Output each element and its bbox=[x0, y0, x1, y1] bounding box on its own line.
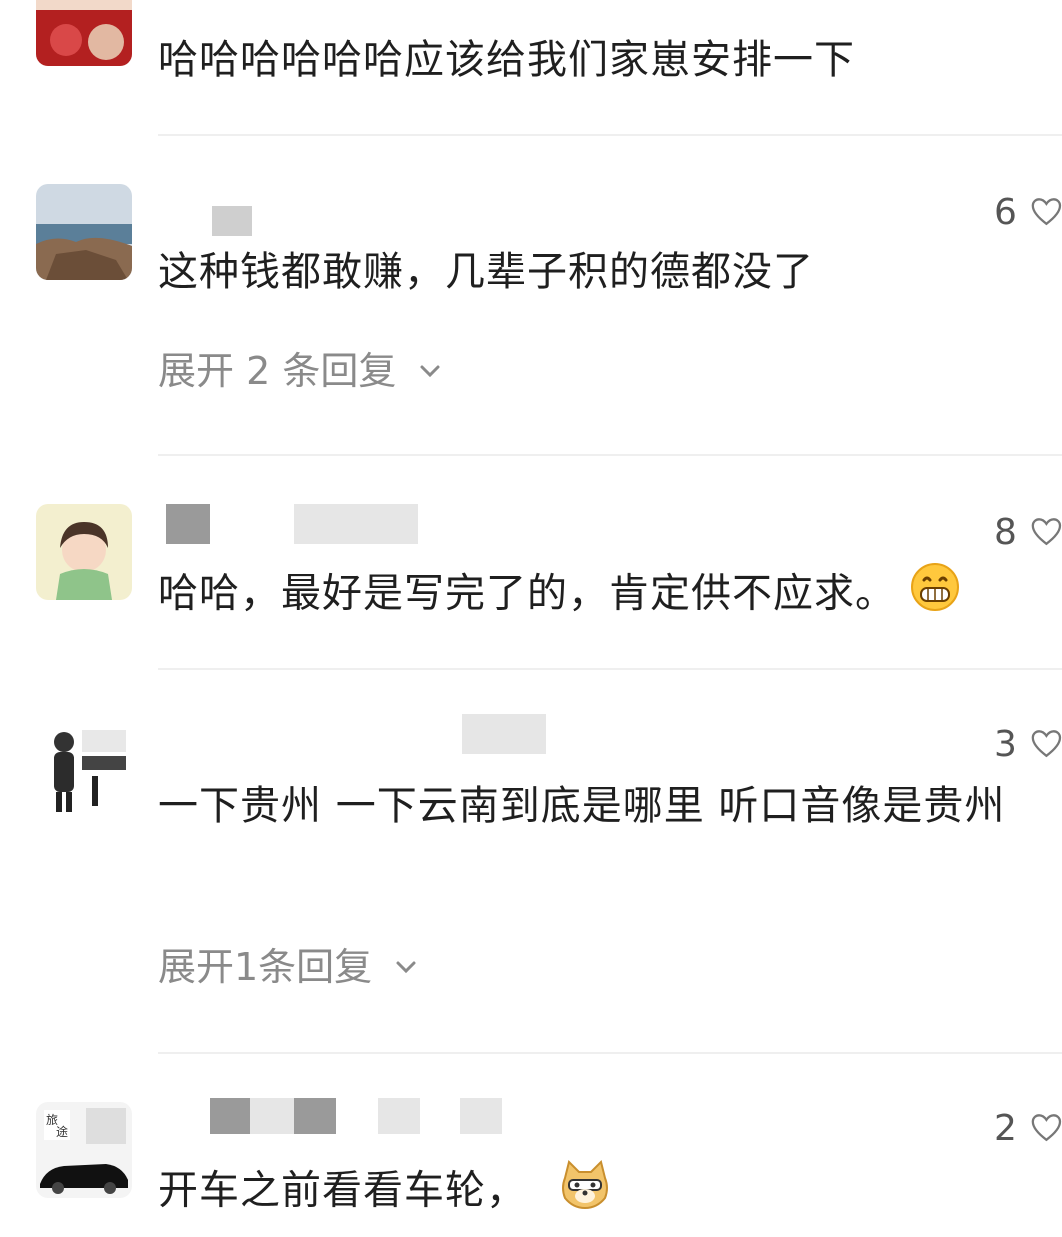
avatar[interactable] bbox=[36, 184, 132, 280]
comment-item: 哈哈哈哈哈哈应该给我们家崽安排一下 bbox=[0, 0, 1062, 136]
doge-emoji bbox=[559, 1158, 611, 1227]
comment-text: 一下贵州 一下云南到底是哪里 听口音像是贵州 bbox=[158, 783, 1006, 829]
expand-replies-button[interactable]: 展开1条回复 bbox=[158, 942, 418, 992]
like-count: 6 bbox=[994, 191, 1017, 233]
comment-text: 开车之前看看车轮， bbox=[158, 1158, 1006, 1227]
comment-item: 3 一下贵州 一下云南到底是哪里 听口音像是贵州 展开1条回复 bbox=[0, 670, 1062, 1054]
comment-text: 哈哈哈哈哈哈应该给我们家崽安排一下 bbox=[158, 37, 855, 83]
comment-item: 6 这种钱都敢赚，几辈子积的德都没了 展开 2 条回复 bbox=[0, 136, 1062, 456]
like-count: 8 bbox=[994, 511, 1017, 553]
comment-item: 旅 途 2 开车之前看看车轮， bbox=[0, 1054, 1062, 1237]
comment-text-content: 哈哈，最好是写完了的，肯定供不应求。 bbox=[158, 570, 896, 617]
username-redacted[interactable] bbox=[158, 186, 458, 236]
username-redacted[interactable] bbox=[158, 714, 558, 758]
expand-replies-button[interactable]: 展开 2 条回复 bbox=[158, 346, 442, 396]
avatar[interactable] bbox=[36, 0, 132, 66]
like-button[interactable]: 6 bbox=[994, 190, 1062, 234]
like-count: 2 bbox=[994, 1107, 1017, 1149]
svg-text:途: 途 bbox=[56, 1124, 68, 1139]
avatar[interactable] bbox=[36, 720, 132, 816]
like-button[interactable]: 8 bbox=[994, 510, 1062, 554]
comment-text-content: 开车之前看看车轮， bbox=[158, 1167, 527, 1214]
replies-label: 展开 2 条回复 bbox=[158, 349, 397, 393]
chevron-down-icon bbox=[396, 961, 416, 974]
comment-text: 这种钱都敢赚，几辈子积的德都没了 bbox=[158, 249, 814, 295]
like-button[interactable]: 3 bbox=[994, 722, 1062, 766]
comment-text: 哈哈，最好是写完了的，肯定供不应求。 bbox=[158, 562, 1006, 629]
heart-outline-icon bbox=[1031, 730, 1062, 758]
avatar[interactable]: 旅 途 bbox=[36, 1102, 132, 1198]
username-redacted[interactable] bbox=[158, 504, 438, 548]
username-redacted[interactable] bbox=[158, 1098, 518, 1142]
replies-label: 展开1条回复 bbox=[158, 945, 373, 989]
heart-outline-icon bbox=[1031, 1114, 1062, 1142]
like-button[interactable]: 2 bbox=[994, 1106, 1062, 1150]
chevron-down-icon bbox=[420, 365, 440, 378]
grinning-face-emoji bbox=[910, 562, 960, 629]
heart-outline-icon bbox=[1031, 198, 1062, 226]
avatar[interactable] bbox=[36, 504, 132, 600]
comment-item: 8 哈哈，最好是写完了的，肯定供不应求。 bbox=[0, 456, 1062, 670]
like-count: 3 bbox=[994, 723, 1017, 765]
heart-outline-icon bbox=[1031, 518, 1062, 546]
